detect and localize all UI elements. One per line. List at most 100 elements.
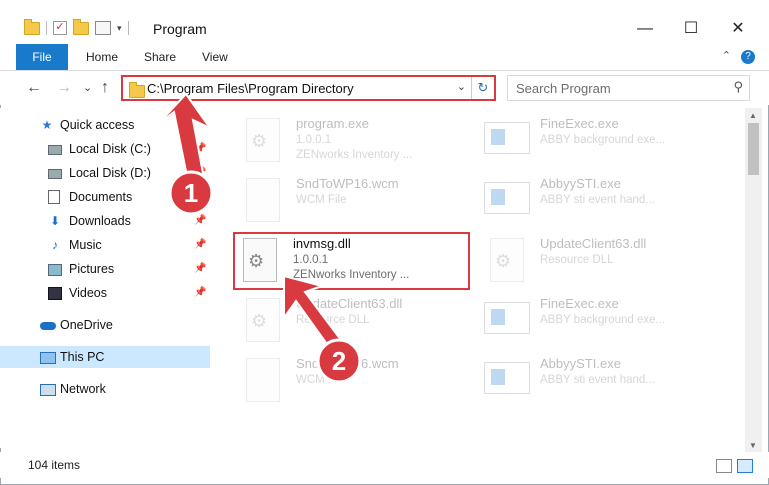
tab-share[interactable]: Share [144, 44, 176, 70]
download-arrow-icon: ⬇ [49, 214, 61, 228]
pin-icon[interactable]: 📌 [194, 258, 206, 280]
scroll-up-icon[interactable]: ▲ [749, 111, 757, 120]
pin-icon[interactable]: 📌 [194, 210, 206, 232]
address-path[interactable]: C:\Program Files\Program Directory [147, 81, 354, 96]
back-arrow-icon[interactable]: ← [26, 79, 42, 97]
program-file-icon [246, 118, 280, 162]
nav-item-documents[interactable]: Documents 📌 [0, 186, 210, 208]
explorer-window: ✓ ▾ Program — ☐ ✕ File Home Share View ⌃… [0, 0, 769, 485]
search-input[interactable]: Search Program ⚲ [507, 75, 750, 101]
folder-icon [129, 82, 145, 98]
nav-item-pictures[interactable]: Pictures 📌 [0, 258, 210, 280]
file-version: 1.0.0.1 [296, 134, 332, 146]
large-icons-view-icon[interactable] [737, 459, 753, 473]
nav-item-local-disk-d[interactable]: Local Disk (D:) 📌 [0, 162, 210, 184]
pin-icon[interactable]: 📌 [194, 162, 206, 184]
blank-file-icon [246, 178, 280, 222]
scroll-down-icon[interactable]: ▼ [749, 441, 757, 450]
title-bar: ✓ ▾ Program — ☐ ✕ [0, 0, 769, 44]
properties-check-icon[interactable]: ✓ [53, 21, 67, 35]
file-item[interactable]: AbbyySTI.exe ABBY sti event hand... [482, 174, 722, 232]
nav-label: Downloads [69, 214, 131, 228]
file-item[interactable]: SndToWP16.wcm WCM File [238, 174, 478, 232]
nav-label: OneDrive [60, 318, 113, 332]
nav-label: Local Disk (D:) [69, 166, 151, 180]
file-description: ABBY background exe... [540, 314, 666, 326]
file-name: AbbyySTI.exe [540, 176, 621, 191]
tab-home[interactable]: Home [86, 44, 118, 70]
search-icon[interactable]: ⚲ [733, 79, 743, 95]
nav-item-network[interactable]: Network [0, 378, 210, 400]
item-count: 104 items [28, 458, 81, 472]
file-name: AbbyySTI.exe [540, 356, 621, 371]
exe-file-icon [484, 182, 530, 214]
status-bar: 104 items [0, 452, 769, 478]
nav-label: Quick access [60, 118, 135, 132]
nav-item-this-pc[interactable]: This PC [0, 346, 210, 368]
music-note-icon: ♪ [52, 238, 58, 252]
pin-icon[interactable]: 📌 [194, 186, 206, 208]
divider [46, 21, 47, 35]
scroll-thumb[interactable] [748, 123, 759, 175]
file-name: SndToWP16.wcm [296, 356, 399, 371]
nav-label: This PC [60, 350, 105, 364]
nav-label: Documents [69, 190, 133, 204]
nav-item-videos[interactable]: Videos 📌 [0, 282, 210, 304]
search-placeholder: Search Program [516, 81, 611, 96]
nav-item-onedrive[interactable]: OneDrive [0, 314, 210, 336]
dll-file-icon [490, 238, 524, 282]
nav-item-music[interactable]: ♪ Music 📌 [0, 234, 210, 256]
address-dropdown-icon[interactable]: ⌄ [457, 80, 466, 93]
file-name: UpdateClient63.dll [296, 296, 403, 311]
help-icon[interactable]: ? [741, 50, 755, 64]
dll-file-icon [246, 298, 280, 342]
exe-file-icon [484, 122, 530, 154]
pin-icon[interactable]: 📌 [194, 234, 206, 256]
file-item[interactable]: program.exe 1.0.0.1 ZENworks Inventory .… [238, 114, 478, 172]
tab-view[interactable]: View [202, 44, 228, 70]
address-bar[interactable]: C:\Program Files\Program Directory ⌄ ↻ [121, 75, 496, 101]
up-arrow-icon[interactable]: ↑ [101, 79, 109, 97]
minimize-button[interactable]: — [622, 14, 668, 44]
file-type: WCM File [296, 194, 347, 206]
computer-icon [40, 352, 56, 364]
file-item[interactable]: SndToWP16.wcm WCM File [238, 354, 478, 412]
picture-icon [48, 264, 62, 276]
properties-icon[interactable] [95, 21, 111, 35]
file-type: Resource DLL [296, 314, 370, 326]
file-item[interactable]: FineExec.exe ABBY background exe... [482, 294, 722, 352]
tab-file[interactable]: File [16, 44, 68, 70]
star-icon: ★ [41, 118, 53, 132]
file-item[interactable]: UpdateClient63.dll Resource DLL [238, 294, 478, 352]
blank-file-icon [246, 358, 280, 402]
file-name: program.exe [296, 116, 369, 131]
nav-item-local-disk-c[interactable]: Local Disk (C:) 📌 [0, 138, 210, 160]
recent-locations-icon[interactable]: ⌄ [83, 81, 92, 94]
maximize-button[interactable]: ☐ [668, 14, 714, 44]
network-icon [40, 384, 56, 396]
customize-qat-icon[interactable]: ▾ [117, 23, 122, 34]
pin-icon[interactable]: 📌 [194, 138, 206, 160]
navigation-bar: ← → ⌄ ↑ C:\Program Files\Program Directo… [0, 71, 769, 105]
cloud-icon [40, 322, 56, 330]
details-view-icon[interactable] [716, 459, 732, 473]
file-name: SndToWP16.wcm [296, 176, 399, 191]
forward-arrow-icon[interactable]: → [56, 79, 72, 97]
file-name: UpdateClient63.dll [540, 236, 647, 251]
highlight-box [233, 232, 470, 290]
file-name: FineExec.exe [540, 116, 619, 131]
file-description: ABBY background exe... [540, 134, 666, 146]
exe-file-icon [484, 362, 530, 394]
nav-item-downloads[interactable]: ⬇ Downloads 📌 [0, 210, 210, 232]
refresh-icon[interactable]: ↻ [471, 77, 494, 99]
file-item[interactable]: AbbyySTI.exe ABBY sti event hand... [482, 354, 722, 412]
nav-label: Music [69, 238, 102, 252]
new-folder-icon[interactable] [73, 18, 89, 35]
file-item[interactable]: UpdateClient63.dll Resource DLL [482, 234, 722, 292]
close-button[interactable]: ✕ [715, 14, 761, 44]
pin-icon[interactable]: 📌 [194, 282, 206, 304]
file-item[interactable]: FineExec.exe ABBY background exe... [482, 114, 722, 172]
collapse-ribbon-icon[interactable]: ⌃ [722, 49, 731, 62]
vertical-scrollbar[interactable]: ▲ ▼ [745, 108, 762, 453]
nav-item-quick-access[interactable]: ★ Quick access [0, 114, 210, 136]
